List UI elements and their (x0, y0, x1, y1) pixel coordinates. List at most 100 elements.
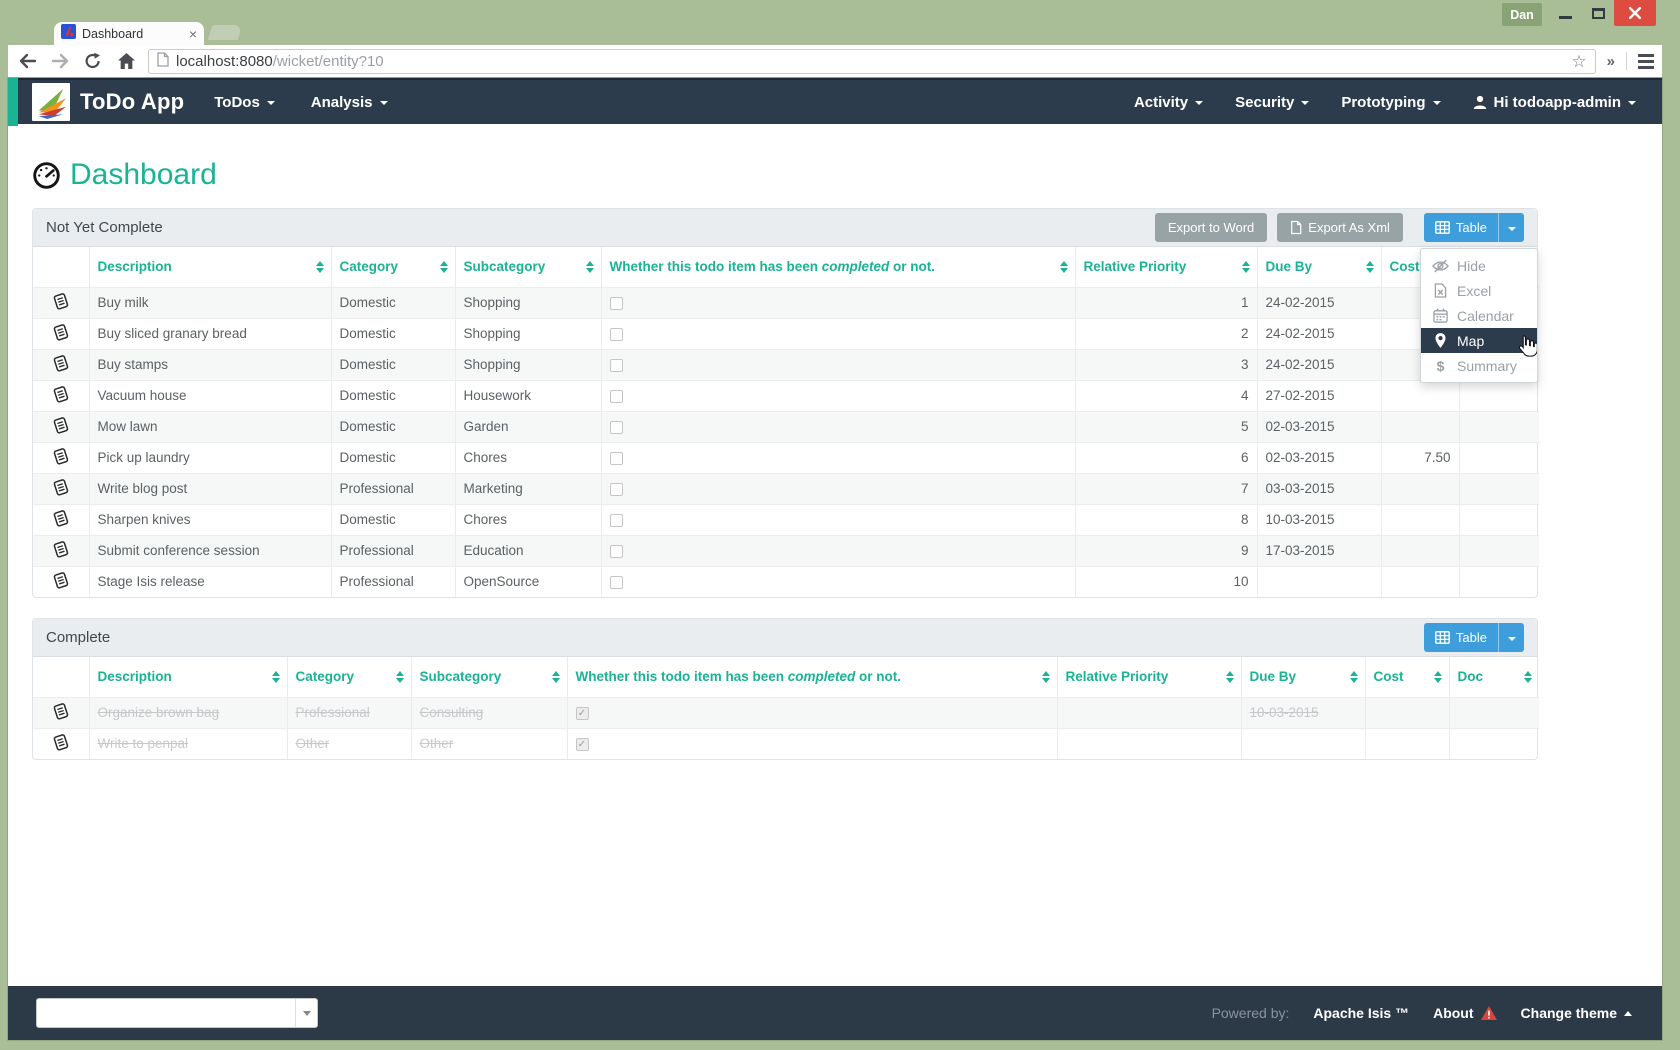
column-header[interactable]: Due By (1257, 247, 1381, 287)
nav-item-todos[interactable]: ToDos (214, 94, 275, 111)
window-close-button[interactable] (1614, 0, 1656, 26)
sort-toggle[interactable] (396, 671, 404, 683)
table-row[interactable]: Buy sliced granary breadDomesticShopping… (33, 318, 1539, 349)
view-dropdown-toggle[interactable] (1498, 213, 1524, 242)
change-theme-button[interactable]: Change theme (1521, 1005, 1632, 1021)
sort-toggle[interactable] (316, 261, 324, 273)
nav-item-activity[interactable]: Activity (1134, 94, 1203, 111)
completed-checkbox[interactable] (610, 390, 623, 403)
column-header[interactable]: Description (89, 657, 287, 697)
column-header[interactable]: Description (89, 247, 331, 287)
browser-profile-badge[interactable]: Dan (1502, 3, 1542, 26)
column-header[interactable]: Cost (1365, 657, 1449, 697)
completed-checkbox[interactable] (610, 514, 623, 527)
table-row[interactable]: Organize brown bagProfessionalConsulting… (33, 697, 1539, 728)
sort-toggle[interactable] (1226, 671, 1234, 683)
todo-item-icon[interactable] (33, 287, 89, 318)
column-header[interactable]: Due By (1241, 657, 1365, 697)
menu-item-hide[interactable]: Hide (1421, 253, 1537, 278)
table-row[interactable]: Sharpen knivesDomesticChores810-03-2015 (33, 504, 1539, 535)
menu-item-map[interactable]: Map (1421, 328, 1537, 353)
nav-item-analysis[interactable]: Analysis (311, 94, 388, 111)
nav-item-security[interactable]: Security (1235, 94, 1309, 111)
column-header[interactable]: Category (287, 657, 411, 697)
completed-checkbox[interactable] (610, 452, 623, 465)
export-to-word-button[interactable]: Export to Word (1155, 213, 1267, 242)
menu-item-excel[interactable]: Excel (1421, 278, 1537, 303)
url-bar[interactable]: localhost:8080/wicket/entity?10 ☆ (148, 49, 1596, 74)
completed-checkbox[interactable] (610, 545, 623, 558)
table-row[interactable]: Mow lawnDomesticGarden502-03-2015 (33, 411, 1539, 442)
column-header[interactable]: Whether this todo item has been complete… (567, 657, 1057, 697)
table-row[interactable]: Write blog postProfessionalMarketing703-… (33, 473, 1539, 504)
completed-checkbox[interactable]: ✓ (576, 707, 589, 720)
todo-item-icon[interactable] (33, 473, 89, 504)
apache-isis-link[interactable]: Apache Isis ™ (1313, 1005, 1409, 1021)
browser-menu-icon[interactable] (1638, 54, 1654, 69)
new-tab-button[interactable] (208, 25, 242, 40)
table-row[interactable]: Buy stampsDomesticShopping324-02-2015 (33, 349, 1539, 380)
todo-item-icon[interactable] (33, 442, 89, 473)
brand[interactable]: ToDo App (32, 83, 184, 121)
sort-toggle[interactable] (1242, 261, 1250, 273)
column-header[interactable]: Doc (1449, 657, 1539, 697)
window-maximize-button[interactable] (1582, 0, 1614, 26)
menu-item-calendar[interactable]: Calendar (1421, 303, 1537, 328)
sort-toggle[interactable] (1060, 261, 1068, 273)
sort-toggle[interactable] (1350, 671, 1358, 683)
home-button[interactable] (115, 50, 137, 72)
completed-checkbox[interactable] (610, 576, 623, 589)
tab-close-icon[interactable]: × (189, 27, 197, 41)
todo-item-icon[interactable] (33, 535, 89, 566)
sort-toggle[interactable] (1366, 261, 1374, 273)
column-header[interactable]: Relative Priority (1075, 247, 1257, 287)
completed-checkbox[interactable] (610, 328, 623, 341)
browser-tab[interactable]: Dashboard × (54, 22, 204, 45)
column-header[interactable]: Subcategory (455, 247, 601, 287)
table-row[interactable]: Pick up laundryDomesticChores602-03-2015… (33, 442, 1539, 473)
sort-toggle[interactable] (272, 671, 280, 683)
view-dropdown-toggle[interactable] (1498, 623, 1524, 652)
refresh-button[interactable] (82, 50, 104, 72)
sort-toggle[interactable] (1042, 671, 1050, 683)
column-header[interactable]: Whether this todo item has been complete… (601, 247, 1075, 287)
table-row[interactable]: Write to penpalOtherOther✓ (33, 728, 1539, 759)
todo-item-icon[interactable] (33, 504, 89, 535)
todo-item-icon[interactable] (33, 318, 89, 349)
table-view-button[interactable]: Table (1424, 623, 1498, 652)
table-row[interactable]: Buy milkDomesticShopping124-02-2015 (33, 287, 1539, 318)
completed-checkbox[interactable] (610, 297, 623, 310)
todo-item-icon[interactable] (33, 728, 89, 759)
window-minimize-button[interactable] (1548, 0, 1582, 26)
todo-item-icon[interactable] (33, 349, 89, 380)
select-caret[interactable] (295, 999, 317, 1027)
sort-toggle[interactable] (1524, 671, 1532, 683)
bookmark-star-icon[interactable]: ☆ (1571, 53, 1586, 70)
completed-checkbox[interactable] (610, 483, 623, 496)
column-header[interactable]: Relative Priority (1057, 657, 1241, 697)
table-view-button[interactable]: Table (1424, 213, 1498, 242)
todo-item-icon[interactable] (33, 697, 89, 728)
sort-toggle[interactable] (1434, 671, 1442, 683)
about-link[interactable]: About (1433, 1005, 1496, 1021)
sort-toggle[interactable] (552, 671, 560, 683)
todo-item-icon[interactable] (33, 411, 89, 442)
overflow-chevrons-icon[interactable]: » (1607, 53, 1615, 70)
back-button[interactable] (16, 50, 38, 72)
nav-item-prototyping[interactable]: Prototyping (1341, 94, 1440, 111)
sort-toggle[interactable] (586, 261, 594, 273)
completed-checkbox[interactable] (610, 359, 623, 372)
forward-button[interactable] (49, 50, 71, 72)
todo-item-icon[interactable] (33, 380, 89, 411)
export-as-xml-button[interactable]: Export As Xml (1277, 213, 1403, 242)
footer-select[interactable] (36, 998, 318, 1028)
table-row[interactable]: Submit conference sessionProfessionalEdu… (33, 535, 1539, 566)
nav-item-user[interactable]: Hi todoapp-admin (1473, 94, 1637, 111)
table-row[interactable]: Vacuum houseDomesticHousework427-02-2015 (33, 380, 1539, 411)
column-header[interactable]: Category (331, 247, 455, 287)
todo-item-icon[interactable] (33, 566, 89, 597)
menu-item-summary[interactable]: $ Summary (1421, 353, 1537, 378)
completed-checkbox[interactable]: ✓ (576, 738, 589, 751)
table-row[interactable]: Stage Isis releaseProfessionalOpenSource… (33, 566, 1539, 597)
completed-checkbox[interactable] (610, 421, 623, 434)
